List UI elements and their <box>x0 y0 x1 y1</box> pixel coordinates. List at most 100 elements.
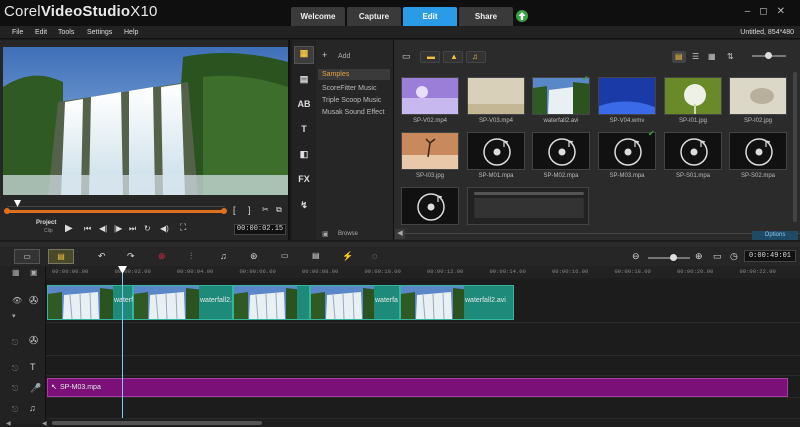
auto-music-icon[interactable]: ♫ <box>220 251 227 261</box>
zoom-slider[interactable] <box>648 257 690 259</box>
multicam-icon[interactable]: ▤ <box>312 251 320 260</box>
copy-icon[interactable]: ⧉ <box>276 205 282 215</box>
details-view-icon[interactable]: ☰ <box>692 52 699 61</box>
folder-open-icon[interactable]: ▭ <box>402 51 411 62</box>
scroll-left-icon[interactable]: ◀ <box>6 420 11 427</box>
window-controls[interactable]: –◻✕ <box>745 6 794 17</box>
media-thumbnail[interactable] <box>729 77 787 115</box>
track-manager-icon[interactable]: ▦ <box>12 268 20 277</box>
redo-icon[interactable]: ↷ <box>127 251 135 262</box>
overlay-track[interactable] <box>46 324 800 356</box>
timeline-view-icon[interactable]: ▤ <box>48 249 74 264</box>
folder-musak[interactable]: Musak Sound Effect <box>322 109 385 116</box>
music-lock-icon[interactable]: ⎋ <box>12 405 18 415</box>
repeat-icon[interactable]: ↻ <box>144 224 151 233</box>
next-frame-icon[interactable]: |▶ <box>114 224 122 233</box>
end-icon[interactable]: ⏭ <box>129 224 136 234</box>
media-thumbnail[interactable] <box>401 132 459 170</box>
menu-edit[interactable]: Edit <box>35 29 47 36</box>
tab-capture[interactable]: Capture <box>347 7 401 26</box>
mark-out-button[interactable]: ] <box>248 205 251 215</box>
thumbnail-view-icon[interactable]: ▦ <box>708 52 716 61</box>
browse-icon[interactable]: ▣ <box>322 230 329 238</box>
thumb-size-knob[interactable] <box>765 52 772 59</box>
sort-icon[interactable]: ⇅ <box>727 52 734 61</box>
zoom-out-icon[interactable]: ⊖ <box>632 251 640 262</box>
music-track[interactable] <box>46 399 800 419</box>
browse-button[interactable]: Browse <box>338 231 358 237</box>
zoom-knob[interactable] <box>670 254 677 261</box>
menu-settings[interactable]: Settings <box>87 29 112 36</box>
prev-frame-icon[interactable]: ◀| <box>99 224 107 233</box>
instant-project-icon[interactable]: ▤ <box>296 74 312 88</box>
voice-lock-icon[interactable]: ⎋ <box>12 384 18 394</box>
media-icon[interactable]: ▦ <box>296 48 312 62</box>
mode-project[interactable]: Project <box>36 220 56 226</box>
title-icon[interactable]: T <box>296 124 312 138</box>
media-thumbnail[interactable] <box>729 132 787 170</box>
media-thumbnail[interactable] <box>467 187 589 225</box>
video-track-toggle[interactable]: 👁 <box>12 296 22 305</box>
player-timecode[interactable]: 00:00:02.15 <box>234 224 286 235</box>
media-thumbnail[interactable] <box>401 77 459 115</box>
path-icon[interactable]: ↯ <box>296 200 312 214</box>
options-button[interactable]: Options <box>752 231 798 240</box>
home-icon[interactable]: ⏮ <box>84 224 91 234</box>
mode-clip[interactable]: Clip <box>44 228 53 234</box>
add-folder-button[interactable]: Add <box>338 53 350 60</box>
overlay-lock-icon[interactable]: ⎋ <box>12 338 18 348</box>
add-icon[interactable]: + <box>322 50 327 60</box>
media-thumbnail[interactable] <box>664 132 722 170</box>
timeline-scrollbar[interactable] <box>52 421 262 425</box>
trim-end-handle[interactable] <box>221 208 227 214</box>
volume-icon[interactable]: ◀) <box>160 224 169 233</box>
add-marker-icon[interactable]: ▣ <box>30 268 38 277</box>
fit-project-icon[interactable]: ▭ <box>713 251 722 262</box>
menu-tools[interactable]: Tools <box>58 29 74 36</box>
record-capture-icon[interactable]: ⊗ <box>158 251 166 262</box>
undo-icon[interactable]: ↶ <box>98 251 106 262</box>
scroll-prev-icon[interactable]: ◀ <box>42 420 47 427</box>
zoom-in-icon[interactable]: ⊕ <box>695 251 703 262</box>
tab-share[interactable]: Share <box>459 7 513 26</box>
fullscreen-icon[interactable]: ⛶ <box>180 222 186 233</box>
time-remap-icon[interactable]: ◌ <box>372 251 377 261</box>
title-track[interactable] <box>46 357 800 376</box>
split-icon[interactable]: ✂ <box>262 205 269 214</box>
timeline-playhead[interactable] <box>122 266 123 418</box>
mask-creator-icon[interactable]: ⚡ <box>342 251 353 262</box>
tab-edit[interactable]: Edit <box>403 7 457 26</box>
media-thumbnail[interactable] <box>467 77 525 115</box>
folder-samples[interactable]: Samples <box>322 71 349 78</box>
collapse-panel-icon[interactable]: ◀ <box>395 229 405 239</box>
video-preview[interactable] <box>3 47 288 195</box>
media-thumbnail[interactable] <box>598 77 656 115</box>
storyboard-view-icon[interactable]: ▭ <box>14 249 40 264</box>
ripple-toggle-icon[interactable]: ▾ <box>12 312 16 320</box>
media-thumbnail[interactable] <box>532 132 590 170</box>
tab-welcome[interactable]: Welcome <box>291 7 345 26</box>
title-lock-icon[interactable]: ⎋ <box>12 364 18 374</box>
graphic-icon[interactable]: ◧ <box>296 149 312 163</box>
transition-icon[interactable]: AB <box>296 99 312 113</box>
upload-icon[interactable] <box>516 10 528 22</box>
menu-help[interactable]: Help <box>124 29 138 36</box>
fx-icon[interactable]: FX <box>296 174 312 188</box>
scrubber-range[interactable] <box>7 210 225 213</box>
folder-scorefitter[interactable]: ScoreFitter Music <box>322 85 376 92</box>
duration-clock-icon[interactable]: ◷ <box>730 251 738 262</box>
sound-mixer-icon[interactable]: ⫶ <box>190 251 192 262</box>
media-thumbnail[interactable] <box>401 187 459 225</box>
play-icon[interactable]: ▶ <box>65 223 73 234</box>
timeline-duration[interactable]: 0:00:49:01 <box>744 250 796 262</box>
mark-in-button[interactable]: [ <box>233 205 236 215</box>
folder-triple-scoop[interactable]: Triple Scoop Music <box>322 97 381 104</box>
motion-tracking-icon[interactable]: ⊛ <box>250 251 258 262</box>
subtitle-editor-icon[interactable]: ▭ <box>281 251 289 260</box>
library-scrollbar[interactable] <box>793 72 797 222</box>
music-clip[interactable]: ↖ SP-M03.mpa <box>47 378 788 397</box>
trim-start-handle[interactable] <box>4 208 10 214</box>
menu-file[interactable]: File <box>12 29 23 36</box>
media-thumbnail[interactable] <box>467 132 525 170</box>
media-thumbnail[interactable] <box>664 77 722 115</box>
